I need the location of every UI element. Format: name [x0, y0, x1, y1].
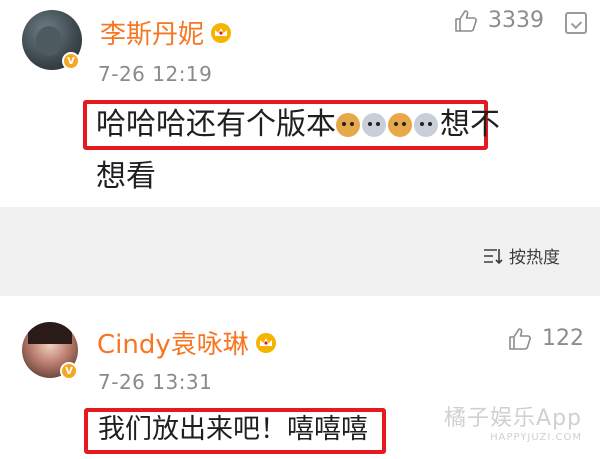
like-count: 122 — [542, 326, 584, 351]
cat-emoji-icon — [388, 113, 412, 137]
emoji-group — [336, 107, 440, 142]
crown-icon — [211, 22, 232, 43]
like-button[interactable]: 3339 — [454, 8, 544, 33]
comment-author[interactable]: 李斯丹妮 — [100, 14, 232, 51]
comment-text: 哈哈哈还有个版本 想不 想看 — [96, 99, 500, 203]
thumbs-up-icon — [509, 327, 531, 350]
dog-emoji-icon — [414, 113, 438, 137]
watermark: 橘子娱乐App HAPPYJUZI.COM — [444, 400, 582, 443]
author-name[interactable]: 李斯丹妮 — [100, 14, 204, 51]
watermark-title: 橘子娱乐App — [444, 406, 582, 431]
comment-time: 7-26 12:19 — [98, 62, 213, 86]
comment-card: V 李斯丹妮 7-26 12:19 3339 哈哈哈还有个版本 想不 想看 — [0, 0, 600, 207]
more-menu-icon[interactable] — [565, 12, 587, 34]
comment-text-part: 想不 — [440, 107, 500, 142]
thumbs-up-icon — [455, 9, 477, 32]
verified-badge: V — [60, 362, 78, 380]
dog-emoji-icon — [362, 113, 386, 137]
like-count: 3339 — [488, 8, 544, 33]
comment-author[interactable]: Cindy袁咏琳 — [97, 324, 277, 361]
sort-bar: 按热度 — [0, 207, 600, 296]
sort-icon — [484, 248, 503, 264]
comment-text-part: 哈哈哈还有个版本 — [96, 107, 336, 142]
sort-button[interactable]: 按热度 — [483, 243, 560, 268]
comment-text-part: 想看 — [96, 159, 156, 194]
like-button[interactable]: 122 — [508, 326, 584, 351]
author-name[interactable]: Cindy袁咏琳 — [97, 324, 249, 361]
sort-label[interactable]: 按热度 — [509, 243, 560, 268]
cat-emoji-icon — [336, 113, 360, 137]
comment-text: 我们放出来吧！嘻嘻嘻 — [98, 414, 368, 445]
verified-badge: V — [62, 52, 80, 70]
comment-time: 7-26 13:31 — [98, 370, 213, 394]
crown-icon — [255, 332, 276, 353]
watermark-url: HAPPYJUZI.COM — [490, 432, 582, 443]
